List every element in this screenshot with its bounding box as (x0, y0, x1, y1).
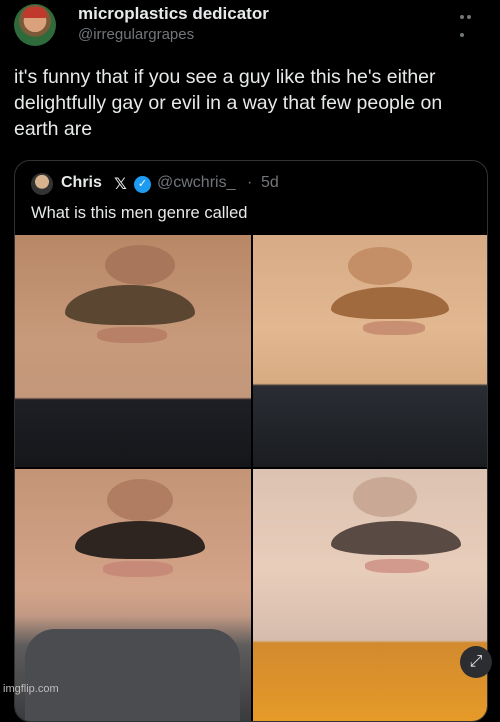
nose-shape (353, 477, 417, 517)
post-author-handle[interactable]: @irregulargrapes (78, 26, 194, 43)
post-text: it's funny that if you see a guy like th… (14, 66, 443, 140)
lip-shape (103, 561, 173, 577)
mustache-photo-2[interactable] (253, 235, 487, 467)
quote-avatar[interactable] (31, 173, 53, 195)
mustache-shape (331, 287, 449, 319)
avatar-cap (23, 7, 47, 18)
lip-shape (363, 321, 425, 335)
post-avatar[interactable] (14, 4, 56, 46)
quote-author-handle[interactable]: @cwchris_ (157, 174, 235, 192)
nose-shape (348, 247, 412, 285)
quoted-post[interactable]: Chris 𝕏 ✓ @cwchris_ · 5d What is this me… (14, 160, 488, 722)
mustache-shape (75, 521, 205, 559)
x-logo-icon: 𝕏 (114, 176, 127, 193)
post-author-name[interactable]: microplastics dedicator (78, 4, 269, 24)
mustache-shape (65, 285, 195, 325)
lip-shape (97, 327, 167, 343)
expand-icon[interactable]: ⤢ (460, 646, 492, 678)
mustache-photo-1[interactable] (15, 235, 251, 467)
more-options-icon[interactable] (460, 6, 480, 37)
lip-shape (365, 559, 429, 573)
quote-author-name[interactable]: Chris (61, 174, 102, 192)
imgflip-watermark: imgflip.com (3, 683, 59, 695)
quote-separator: · (247, 174, 253, 191)
mustache-photo-4[interactable] (253, 469, 487, 721)
nose-shape (105, 245, 175, 285)
nose-shape (107, 479, 173, 521)
quote-text: What is this men genre called (31, 204, 248, 222)
neck-tattoo (25, 629, 240, 721)
quote-timestamp[interactable]: 5d (261, 174, 279, 192)
verified-badge-icon: ✓ (134, 176, 151, 193)
mustache-shape (331, 521, 461, 555)
